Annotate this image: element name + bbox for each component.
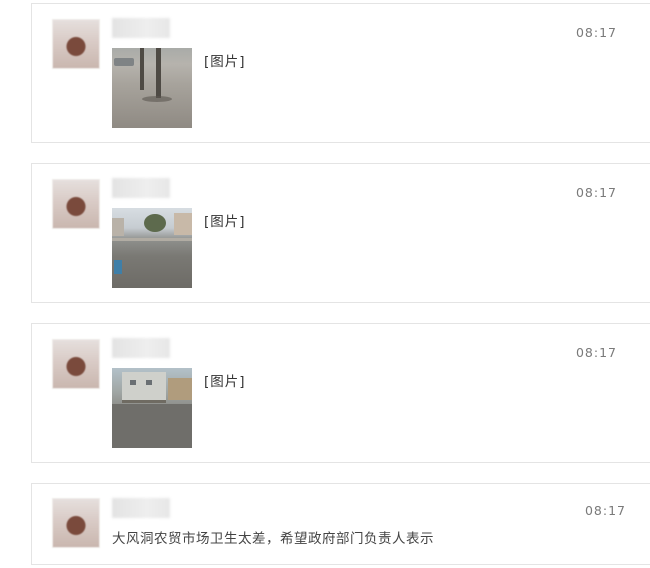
road-shape — [112, 404, 192, 448]
username[interactable] — [112, 338, 170, 358]
message-card[interactable]: 08:17 [图片] — [31, 3, 650, 143]
tree-shadow — [142, 96, 172, 102]
image-thumbnail[interactable] — [112, 368, 192, 448]
message-text: 大风洞农贸市场卫生太差，希望政府部门负责人表示 — [112, 531, 434, 547]
tree-shape — [144, 214, 166, 232]
message-card[interactable]: 08:17 大风洞农贸市场卫生太差，希望政府部门负责人表示 — [31, 483, 650, 565]
car-shape — [114, 58, 134, 66]
avatar[interactable] — [52, 179, 100, 229]
building-shape — [112, 218, 124, 236]
building-shape — [174, 213, 192, 235]
avatar[interactable] — [52, 19, 100, 69]
message-card[interactable]: 08:17 [图片] — [31, 323, 650, 463]
trash-bin-shape — [114, 260, 122, 274]
window-shape — [146, 380, 152, 385]
window-shape — [130, 380, 136, 385]
image-tag: [图片] — [204, 54, 246, 70]
curb-shape — [112, 238, 192, 241]
message-time: 08:17 — [575, 345, 617, 360]
tree-trunk — [140, 48, 144, 90]
shop-shape — [168, 378, 192, 400]
username[interactable] — [112, 498, 170, 518]
image-thumbnail[interactable] — [112, 208, 192, 288]
tree-trunk — [156, 48, 161, 98]
avatar[interactable] — [52, 339, 100, 389]
message-feed: 08:17 [图片] 08:17 [图片] 08:17 [图片] 08:17 大… — [0, 0, 650, 568]
avatar[interactable] — [52, 498, 100, 548]
image-thumbnail[interactable] — [112, 48, 192, 128]
message-time: 08:17 — [584, 503, 626, 518]
image-tag: [图片] — [204, 214, 246, 230]
message-time: 08:17 — [575, 25, 617, 40]
username[interactable] — [112, 178, 170, 198]
image-tag: [图片] — [204, 374, 246, 390]
username[interactable] — [112, 18, 170, 38]
message-card[interactable]: 08:17 [图片] — [31, 163, 650, 303]
message-time: 08:17 — [575, 185, 617, 200]
house-shape — [122, 372, 166, 403]
